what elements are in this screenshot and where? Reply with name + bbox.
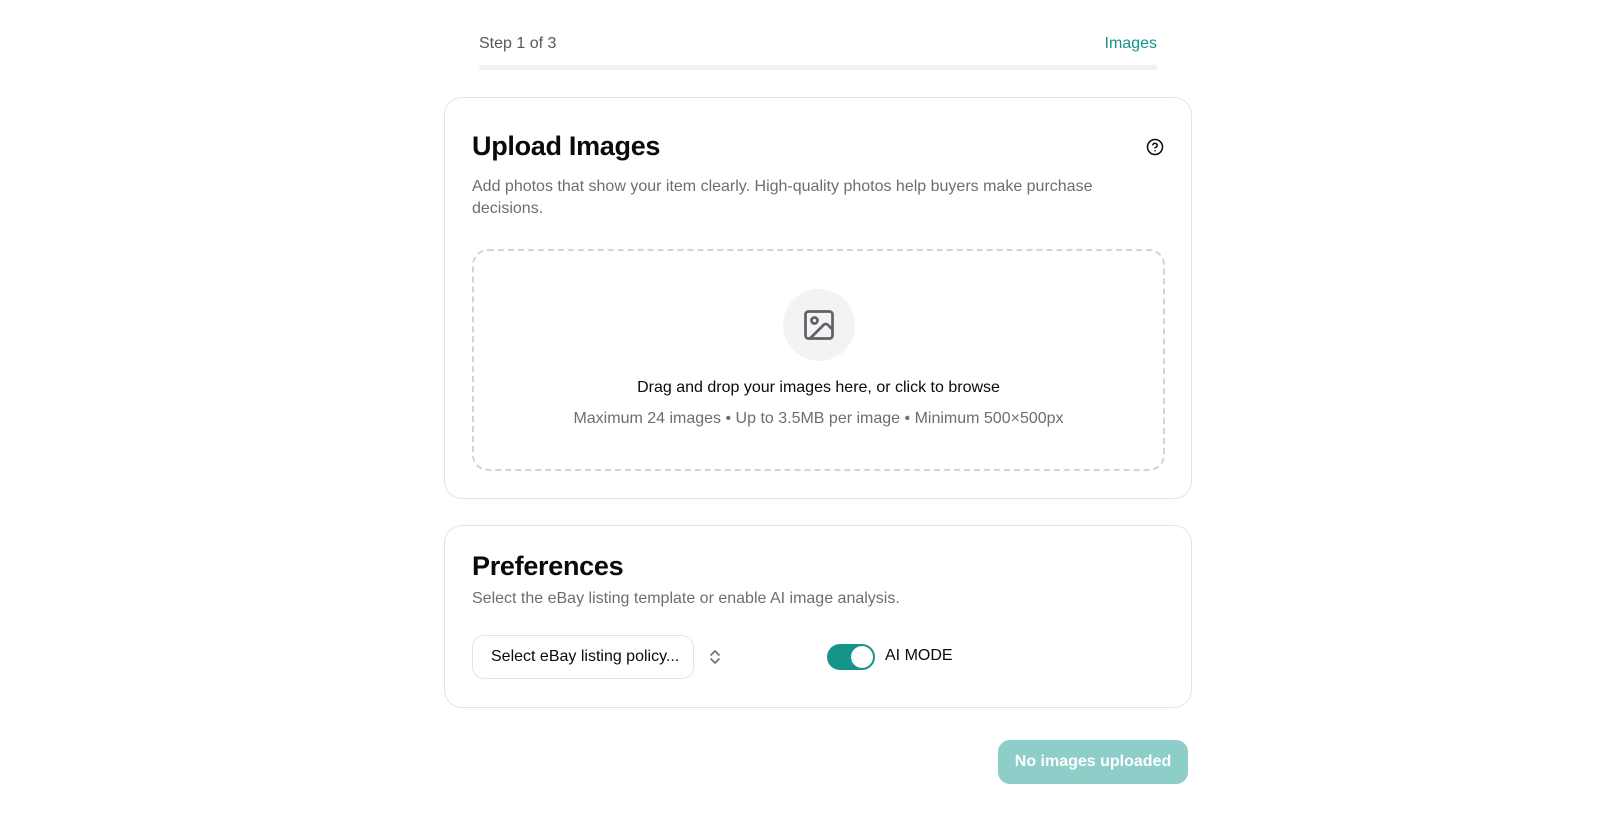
- page: Step 1 of 3 Images Upload Images Add pho…: [0, 0, 1613, 813]
- dropzone-hint: Maximum 24 images • Up to 3.5MB per imag…: [573, 410, 1064, 427]
- listing-policy-select[interactable]: Select eBay listing policy...: [472, 635, 694, 679]
- progress-bar: [479, 65, 1157, 70]
- preferences-card: Preferences Select the eBay listing temp…: [444, 525, 1192, 708]
- ai-mode-toggle[interactable]: [827, 644, 875, 670]
- preferences-card-title: Preferences: [472, 551, 624, 581]
- step-name: Images: [1104, 35, 1157, 52]
- help-circle-icon[interactable]: [1146, 138, 1164, 156]
- preferences-card-description: Select the eBay listing template or enab…: [472, 590, 900, 607]
- toggle-knob: [851, 646, 873, 668]
- upload-images-card: Upload Images Add photos that show your …: [444, 97, 1192, 499]
- image-dropzone[interactable]: Drag and drop your images here, or click…: [472, 249, 1165, 471]
- submit-button[interactable]: No images uploaded: [998, 740, 1188, 784]
- upload-card-title: Upload Images: [472, 131, 661, 161]
- stepper: Step 1 of 3 Images: [479, 34, 1157, 74]
- ai-mode-label: AI MODE: [885, 647, 953, 664]
- upload-card-description: Add photos that show your item clearly. …: [472, 178, 1093, 217]
- chevron-up-down-icon[interactable]: [708, 648, 722, 666]
- dropzone-title: Drag and drop your images here, or click…: [637, 379, 1000, 396]
- image-icon: [783, 289, 855, 361]
- step-counter: Step 1 of 3: [479, 35, 557, 52]
